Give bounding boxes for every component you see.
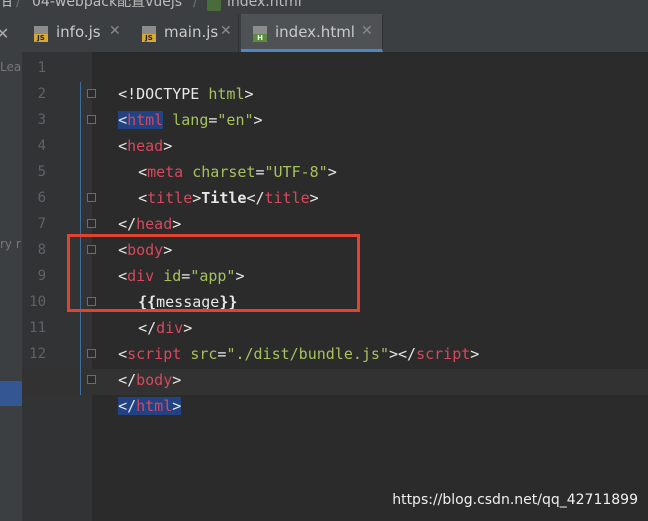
- attr-value: "en": [217, 111, 254, 129]
- tab-index-html[interactable]: H index.html ✕: [241, 14, 383, 52]
- line-number: 2: [37, 86, 46, 102]
- fold-marker-icon[interactable]: [87, 349, 96, 358]
- code-line-1: <!DOCTYPE html>: [100, 55, 253, 103]
- code-line-12: </body>: [100, 341, 181, 389]
- html-file-icon: H: [253, 26, 267, 42]
- breadcrumb: 甘 / 04-webpack配置vuejs / index.html: [0, 0, 648, 14]
- tab-info-js[interactable]: JS info.js ✕: [22, 14, 131, 52]
- fold-marker-icon[interactable]: [87, 115, 96, 124]
- code-line-2: <html lang="en">: [100, 81, 263, 129]
- line-number: 10: [29, 294, 46, 310]
- line-number: 7: [37, 216, 46, 232]
- attr-name: src: [190, 345, 218, 363]
- tag-name: html: [136, 397, 173, 415]
- breadcrumb-separator-icon: /: [193, 0, 198, 10]
- close-icon[interactable]: ✕: [220, 23, 232, 39]
- close-icon[interactable]: ✕: [0, 24, 9, 43]
- bracket: </: [398, 345, 417, 363]
- tab-main-js[interactable]: JS main.js ✕: [130, 14, 239, 52]
- annotation-highlight-box: [67, 234, 360, 312]
- tab-label: info.js: [56, 23, 101, 41]
- fold-marker-icon[interactable]: [87, 89, 96, 98]
- bracket: </: [246, 189, 265, 207]
- attr-name: lang: [172, 111, 209, 129]
- bracket: >: [327, 163, 337, 181]
- js-file-icon: JS: [34, 26, 48, 42]
- html-file-icon: [207, 0, 221, 11]
- line-number: 5: [37, 164, 46, 180]
- panel-selection[interactable]: [0, 381, 22, 406]
- fold-marker-icon[interactable]: [87, 193, 96, 202]
- code-line-5: <title>Title</title>: [120, 159, 319, 207]
- code-line-11: <script src="./dist/bundle.js"></script>: [100, 315, 479, 363]
- attr-value: "./dist/bundle.js": [226, 345, 389, 363]
- fold-marker-icon[interactable]: [87, 375, 96, 384]
- line-number: 12: [29, 346, 46, 362]
- breadcrumb-root[interactable]: 甘: [0, 0, 14, 9]
- breadcrumb-project[interactable]: 04-webpack配置vuejs: [32, 0, 182, 9]
- tab-hidden-left[interactable]: ✕: [0, 14, 22, 52]
- watermark: https://blog.csdn.net/qq_42711899: [392, 492, 638, 508]
- line-number: 8: [37, 242, 46, 258]
- code-line-6: </head>: [100, 185, 181, 233]
- close-icon[interactable]: ✕: [109, 23, 121, 39]
- bracket: >: [172, 215, 182, 233]
- js-file-icon: JS: [142, 26, 156, 42]
- code-line-3: <head>: [100, 107, 172, 155]
- line-number: 11: [29, 320, 46, 336]
- bracket: >: [309, 189, 319, 207]
- tab-label: main.js: [164, 23, 219, 41]
- line-number: 9: [37, 268, 46, 284]
- panel-text-fragment: ry r: [0, 237, 21, 251]
- line-number: 6: [37, 190, 46, 206]
- bracket: >: [470, 345, 480, 363]
- breadcrumb-file[interactable]: index.html: [227, 0, 302, 9]
- bracket: </: [118, 397, 137, 415]
- code-line-13: </html>: [100, 367, 182, 415]
- close-icon[interactable]: ✕: [361, 23, 373, 39]
- title-text: Title: [201, 189, 247, 207]
- fold-marker-icon[interactable]: [87, 219, 96, 228]
- tag-name: title: [264, 189, 310, 207]
- tag-name: script: [416, 345, 471, 363]
- line-number: 4: [37, 138, 46, 154]
- project-panel-edge: Lea ry r: [0, 52, 22, 521]
- panel-text-fragment: Lea: [0, 60, 22, 74]
- bracket: >: [172, 397, 182, 415]
- bracket: >: [389, 345, 399, 363]
- bracket: >: [253, 111, 263, 129]
- bracket: >: [192, 189, 202, 207]
- code-line-4: <meta charset="UTF-8">: [120, 133, 337, 181]
- line-number: 1: [37, 60, 46, 76]
- breadcrumb-separator-icon: /: [16, 0, 21, 10]
- tab-label: index.html: [275, 23, 355, 41]
- line-number: 3: [37, 112, 46, 128]
